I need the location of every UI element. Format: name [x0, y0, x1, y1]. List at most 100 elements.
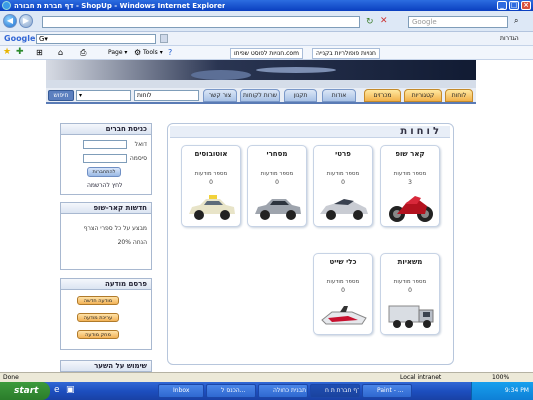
tab-list-icon[interactable]: ⊞ [36, 48, 43, 57]
nav-category-select[interactable]: ▾ [76, 90, 131, 101]
members-login-box: כניסת חברים דואל סיסמה להתחברות לחץ להרש… [60, 123, 152, 195]
password-field[interactable] [83, 154, 127, 163]
google-settings-label[interactable]: הגדרות [500, 35, 519, 42]
card-title: משאיות [397, 258, 423, 266]
news-box: חדשות קאר-שופ מבצע על כל ספרי הצרף 20% ה… [60, 202, 152, 270]
news-line-2: 20% הנחה [117, 239, 147, 246]
tab-about[interactable]: אודות [322, 89, 356, 102]
board-card-private[interactable]: פרטי מספר מודעות 0 [313, 145, 373, 227]
nav-search-button[interactable]: חיפוש [48, 90, 74, 101]
login-button[interactable]: להתחברות [87, 167, 121, 177]
status-bar: Done Local intranet 100% [0, 372, 533, 382]
news-line-1: מבצע על כל ספרי הצרף [83, 225, 147, 232]
google-search-input[interactable]: G▾ [36, 34, 156, 44]
card-subtitle: מספר מודעות [326, 279, 360, 285]
card-subtitle: מספר מודעות [393, 171, 427, 177]
minimize-button[interactable]: _ [497, 1, 507, 10]
task-item-active[interactable]: דף חברת ת ח... [310, 384, 360, 398]
ie-logo-icon [2, 1, 11, 10]
card-count: 0 [341, 287, 345, 294]
address-toolbar: ◀ ▶ ↻ ✕ Google ⌕ [0, 11, 533, 32]
help-icon[interactable]: ? [168, 48, 172, 57]
email-field[interactable] [83, 140, 127, 149]
status-text: Done [3, 374, 19, 381]
board-card-carshop[interactable]: קאר שופ מספר מודעות 3 [380, 145, 440, 227]
password-label: סיסמה [129, 155, 147, 162]
banner-subbar [46, 80, 476, 88]
back-button[interactable]: ◀ [3, 14, 17, 28]
tab-boards[interactable]: לוחות [445, 89, 473, 102]
clock: 9:34 PM [504, 387, 529, 394]
window-title: דף חברת ת חבורה - ShopUp - Windows Inter… [14, 1, 226, 10]
post-ad-box: פרסם מודעה מודעה חדשה עריכת מודעה מחק מו… [60, 278, 152, 350]
tab-auctions[interactable]: מכרזים [364, 89, 401, 102]
task-item[interactable]: Paint - ... [362, 384, 412, 398]
task-item[interactable]: תבנית כחולה [258, 384, 308, 398]
search-icon[interactable]: ⌕ [514, 16, 518, 26]
print-icon[interactable]: ⎙ [80, 48, 86, 58]
nav-search-input[interactable]: לוחות [134, 90, 199, 101]
board-card-commercial[interactable]: מסחרי מספר מודעות 0 [247, 145, 307, 227]
favorites-star-icon[interactable]: ★ [3, 47, 11, 57]
card-subtitle: מספר מודעות [393, 279, 427, 285]
jetski-icon [321, 306, 367, 325]
google-go-icon[interactable] [160, 34, 168, 43]
board-card-watercraft[interactable]: כלי שייט מספר מודעות 0 [313, 253, 373, 335]
card-subtitle: מספר מודעות [326, 171, 360, 177]
sportscar-icon [320, 199, 368, 220]
members-title: כניסת חברים [61, 124, 151, 135]
card-title: מסחרי [266, 150, 288, 158]
banner-car-graphic [191, 67, 336, 80]
close-button[interactable]: × [521, 1, 531, 10]
truck-icon [388, 305, 434, 328]
tab-contact[interactable]: צור קשר [203, 89, 237, 102]
stop-icon[interactable]: ✕ [380, 16, 388, 26]
tab-customer-service[interactable]: שרות לקוחות [240, 89, 280, 102]
tools-gear-icon[interactable]: ⚙ [134, 48, 141, 57]
system-tray: 9:34 PM [471, 382, 533, 400]
zoom-level[interactable]: 100% [492, 373, 509, 382]
tools-menu[interactable]: Tools ▾ [143, 49, 163, 56]
card-title: קאר שופ [395, 150, 425, 158]
edit-ad-button[interactable]: עריכת מודעה [77, 313, 119, 322]
address-input[interactable] [42, 16, 360, 28]
card-title: פרטי [335, 150, 351, 158]
register-link[interactable]: לחץ להרשמה [87, 182, 122, 189]
card-count: 0 [209, 179, 213, 186]
add-favorite-icon[interactable]: ✚ [16, 47, 24, 57]
task-item[interactable]: Inbox [158, 384, 204, 398]
task-item[interactable]: הכנס ל... [206, 384, 256, 398]
quicklaunch-desktop-icon[interactable]: ▣ [66, 385, 75, 395]
google-logo: Google [4, 34, 36, 43]
favorites-tab-2[interactable]: חנויות פופולריות בקנייה [312, 48, 380, 59]
maximize-button[interactable]: □ [509, 1, 519, 10]
email-label: דואל [134, 141, 147, 148]
motorcycle-icon [389, 196, 433, 222]
tab-terms[interactable]: תקנון [284, 89, 317, 102]
page-menu[interactable]: Page ▾ [108, 49, 127, 56]
taxi-icon [189, 195, 235, 220]
card-count: 0 [408, 287, 412, 294]
news-title: חדשות קאר-שופ [61, 203, 151, 214]
refresh-icon[interactable]: ↻ [366, 17, 374, 27]
forward-button[interactable]: ▶ [19, 14, 33, 28]
new-ad-button[interactable]: מודעה חדשה [77, 296, 119, 305]
google-toolbar: Google G▾ הגדרות [0, 32, 533, 46]
sedan-icon [255, 199, 301, 220]
quicklaunch-ie-icon[interactable]: e [54, 385, 60, 395]
start-button[interactable]: start [0, 382, 50, 400]
card-count: 3 [408, 179, 412, 186]
favorites-toolbar: ★ ✚ ⊞ חנויות לפוסט שפיתו.com חנויות פופו… [0, 46, 533, 60]
tab-categories[interactable]: קטגוריות [404, 89, 442, 102]
board-card-buses[interactable]: אוטובוסים מספר מודעות 0 [181, 145, 241, 227]
home-icon[interactable]: ⌂ [58, 48, 63, 57]
lower-box-title: שימוש על השער [61, 361, 151, 372]
delete-ad-button[interactable]: מחק מודעה [77, 330, 119, 339]
live-search-input[interactable]: Google [408, 16, 508, 28]
security-zone: Local intranet [400, 374, 442, 381]
board-card-trucks[interactable]: משאיות מספר מודעות 0 [380, 253, 440, 335]
card-subtitle: מספר מודעות [260, 171, 294, 177]
favorites-tab-1[interactable]: חנויות לפוסט שפיתו.com [230, 48, 303, 59]
main-nav: לוחות קטגוריות מכרזים אודות תקנון שרות ל… [46, 88, 476, 104]
card-title: אוטובוסים [194, 150, 228, 158]
